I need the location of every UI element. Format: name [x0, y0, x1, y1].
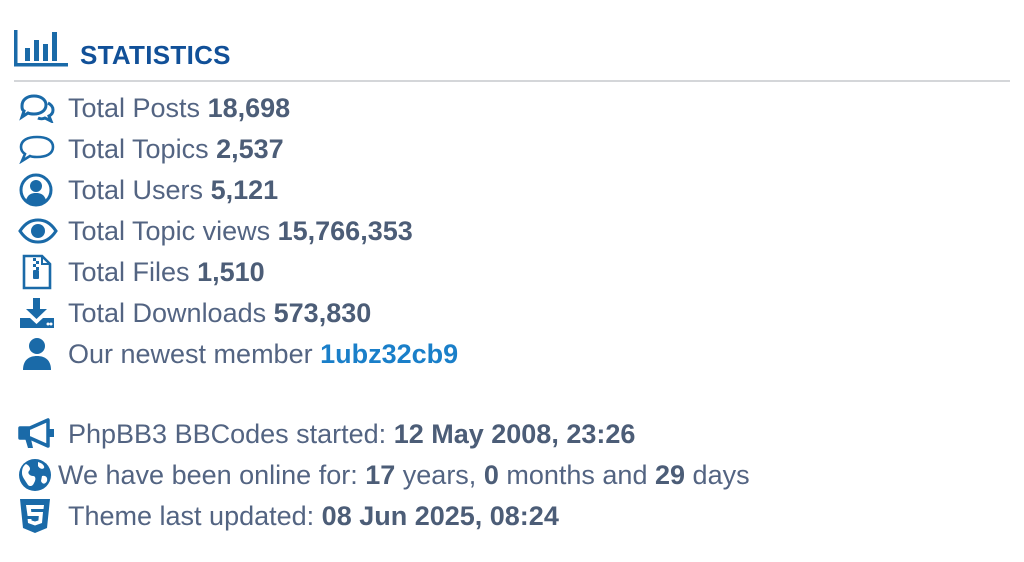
stat-value: 573,830 — [273, 297, 372, 328]
file-zip-icon — [18, 254, 58, 290]
stat-newest-member: Our newest member 1ubz32cb9 — [18, 334, 458, 374]
info-label: We have been online for: — [58, 459, 358, 490]
bullhorn-icon — [18, 417, 58, 451]
online-months: 0 — [483, 459, 499, 490]
theme-updated-info: Theme last updated: 08 Jun 2025, 08:24 — [18, 496, 559, 536]
stat-label: Total Users — [68, 174, 204, 205]
stat-total-topics: Total Topics 2,537 — [18, 129, 284, 169]
comment-icon — [18, 132, 58, 166]
user-circle-icon — [18, 173, 58, 207]
user-icon — [18, 337, 58, 371]
online-years: 17 — [365, 459, 396, 490]
stat-label: Total Files — [68, 256, 190, 287]
stat-value: 15,766,353 — [277, 215, 413, 246]
stat-total-files: Total Files 1,510 — [18, 252, 265, 292]
stat-value: 2,537 — [216, 133, 284, 164]
stat-label: Total Topics — [68, 133, 209, 164]
online-years-word: years, — [402, 459, 477, 490]
online-months-word: months and — [506, 459, 648, 490]
newest-member-link[interactable]: 1ubz32cb9 — [320, 339, 458, 369]
css3-icon — [18, 499, 58, 533]
stat-total-downloads: Total Downloads 573,830 — [18, 293, 371, 333]
comments-icon — [18, 91, 58, 125]
stat-value: 5,121 — [210, 174, 279, 205]
stat-total-users: Total Users 5,121 — [18, 170, 278, 210]
stat-total-topic-views: Total Topic views 15,766,353 — [18, 211, 413, 251]
info-value: 12 May 2008, 23:26 — [393, 418, 636, 449]
stat-label: Total Topic views — [68, 215, 271, 246]
stat-total-posts: Total Posts 18,698 — [18, 88, 290, 128]
bar-chart-icon — [14, 28, 68, 68]
online-duration-info: We have been online for: 17 years, 0 mon… — [18, 455, 750, 495]
info-label: PhpBB3 BBCodes started: — [68, 418, 387, 449]
stat-label: Our newest member — [68, 338, 313, 369]
info-value: 08 Jun 2025, 08:24 — [321, 500, 559, 531]
online-days: 29 — [654, 459, 686, 490]
globe-icon — [18, 458, 54, 492]
stat-label: Total Downloads — [68, 297, 267, 328]
online-days-word: days — [692, 459, 750, 490]
board-started-info: PhpBB3 BBCodes started: 12 May 2008, 23:… — [18, 414, 635, 454]
statistics-header: STATISTICS — [14, 28, 1010, 82]
stat-label: Total Posts — [68, 92, 201, 123]
download-icon — [18, 296, 58, 330]
stat-value: 18,698 — [207, 92, 291, 123]
page-title: STATISTICS — [80, 40, 231, 70]
stat-value: 1,510 — [197, 256, 265, 287]
info-label: Theme last updated: — [68, 500, 315, 531]
eye-icon — [18, 214, 58, 248]
